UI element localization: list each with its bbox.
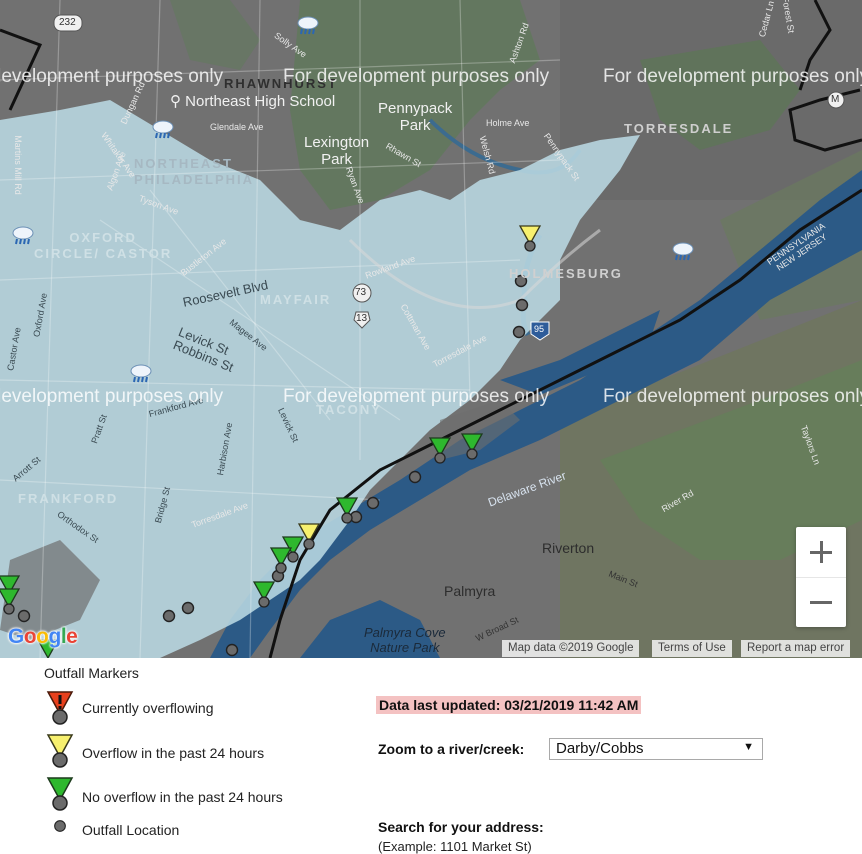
rain-cloud-icon[interactable] [11,224,35,246]
search-address-label: Search for your address: [378,819,544,835]
legend-item-no-overflow: No overflow in the past 24 hours [44,776,364,812]
plus-icon-vertical [819,541,823,563]
search-address-example: (Example: 1101 Market St) [378,839,532,854]
rain-cloud-icon[interactable] [671,240,695,262]
google-logo-letter: g [48,625,62,648]
red-exclamation-triangle-icon [46,691,74,725]
legend-item-overflowing: Currently overflowing [44,690,364,726]
zoom-in-button[interactable] [796,527,846,577]
legend-label: No overflow in the past 24 hours [82,789,283,805]
zoom-river-label: Zoom to a river/creek: [378,741,525,757]
minus-icon [810,601,832,604]
map-base [0,0,862,658]
report-map-error-link[interactable]: Report a map error [741,640,851,657]
rain-cloud-icon[interactable] [296,14,320,36]
rain-cloud-icon[interactable] [151,118,175,140]
legend-item-outfall: Outfall Location [44,818,364,854]
legend-label: Currently overflowing [82,700,214,716]
legend-label: Overflow in the past 24 hours [82,745,265,761]
legend-title: Outfall Markers [44,665,139,681]
google-logo-letter: e [66,625,78,648]
rain-cloud-icon[interactable] [129,362,153,384]
zoom-out-button[interactable] [796,577,846,627]
river-select-dropdown[interactable]: Darby/Cobbs ▼ [549,738,763,760]
legend-item-overflow-24h: Overflow in the past 24 hours [44,733,364,769]
zoom-control [796,527,846,627]
map-data-attribution: Map data ©2019 Google [502,640,640,657]
legend-label: Outfall Location [82,822,180,838]
chevron-down-icon: ▼ [743,741,754,753]
google-logo-letter: G [8,625,24,648]
yellow-triangle-icon [46,734,74,768]
gray-circle-icon [54,820,66,832]
map-view[interactable]: RHAWNHURST ⚲ Northeast High School Penny… [0,0,862,658]
green-triangle-icon [46,777,74,811]
google-logo-letter: o [36,625,49,648]
google-logo-letter: o [23,625,37,648]
terms-of-use-link[interactable]: Terms of Use [652,640,732,657]
google-logo[interactable]: Google [8,625,78,649]
river-select-value: Darby/Cobbs [556,740,644,757]
data-last-updated: Data last updated: 03/21/2019 11:42 AM [376,696,642,714]
